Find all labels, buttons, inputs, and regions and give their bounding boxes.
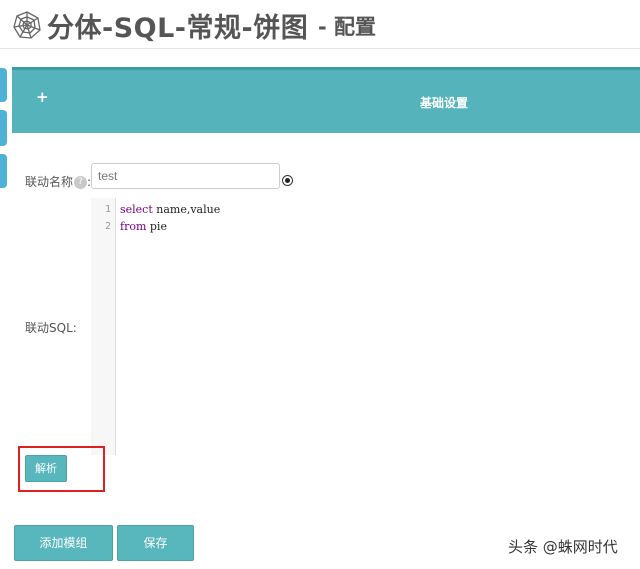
linkage-name-label: 联动名称?: [25, 175, 92, 189]
save-button[interactable]: 保存 [117, 525, 194, 561]
watermark: 头条 @蛛网时代 [508, 538, 618, 556]
radio-button[interactable] [282, 175, 293, 186]
parse-button[interactable]: 解析 [25, 455, 67, 482]
line-number: 1 [104, 204, 111, 215]
add-module-button[interactable]: 添加模组 [14, 525, 113, 561]
spiderweb-icon [13, 11, 41, 39]
side-tab-3[interactable] [0, 154, 7, 188]
linkage-sql-label: 联动SQL: [25, 321, 77, 335]
code-line[interactable]: from pie [120, 220, 167, 233]
sql-editor[interactable]: 1 2 select name,value from pie [91, 198, 640, 455]
page-title: 分体-SQL-常规-饼图 [47, 13, 309, 44]
basic-settings-panel[interactable]: + 基础设置 [12, 67, 640, 133]
panel-title: 基础设置 [419, 96, 468, 110]
code-line[interactable]: select name,value [120, 203, 220, 216]
side-tab-2[interactable] [0, 110, 7, 146]
editor-gutter: 1 2 [91, 198, 116, 455]
linkage-name-input[interactable] [91, 163, 280, 189]
page-header: 分体-SQL-常规-饼图 - 配置 [0, 0, 640, 49]
side-tab-1[interactable] [0, 68, 7, 102]
line-number: 2 [104, 221, 111, 232]
help-icon[interactable]: ? [74, 176, 88, 189]
page-subtitle: - 配置 [318, 15, 377, 39]
